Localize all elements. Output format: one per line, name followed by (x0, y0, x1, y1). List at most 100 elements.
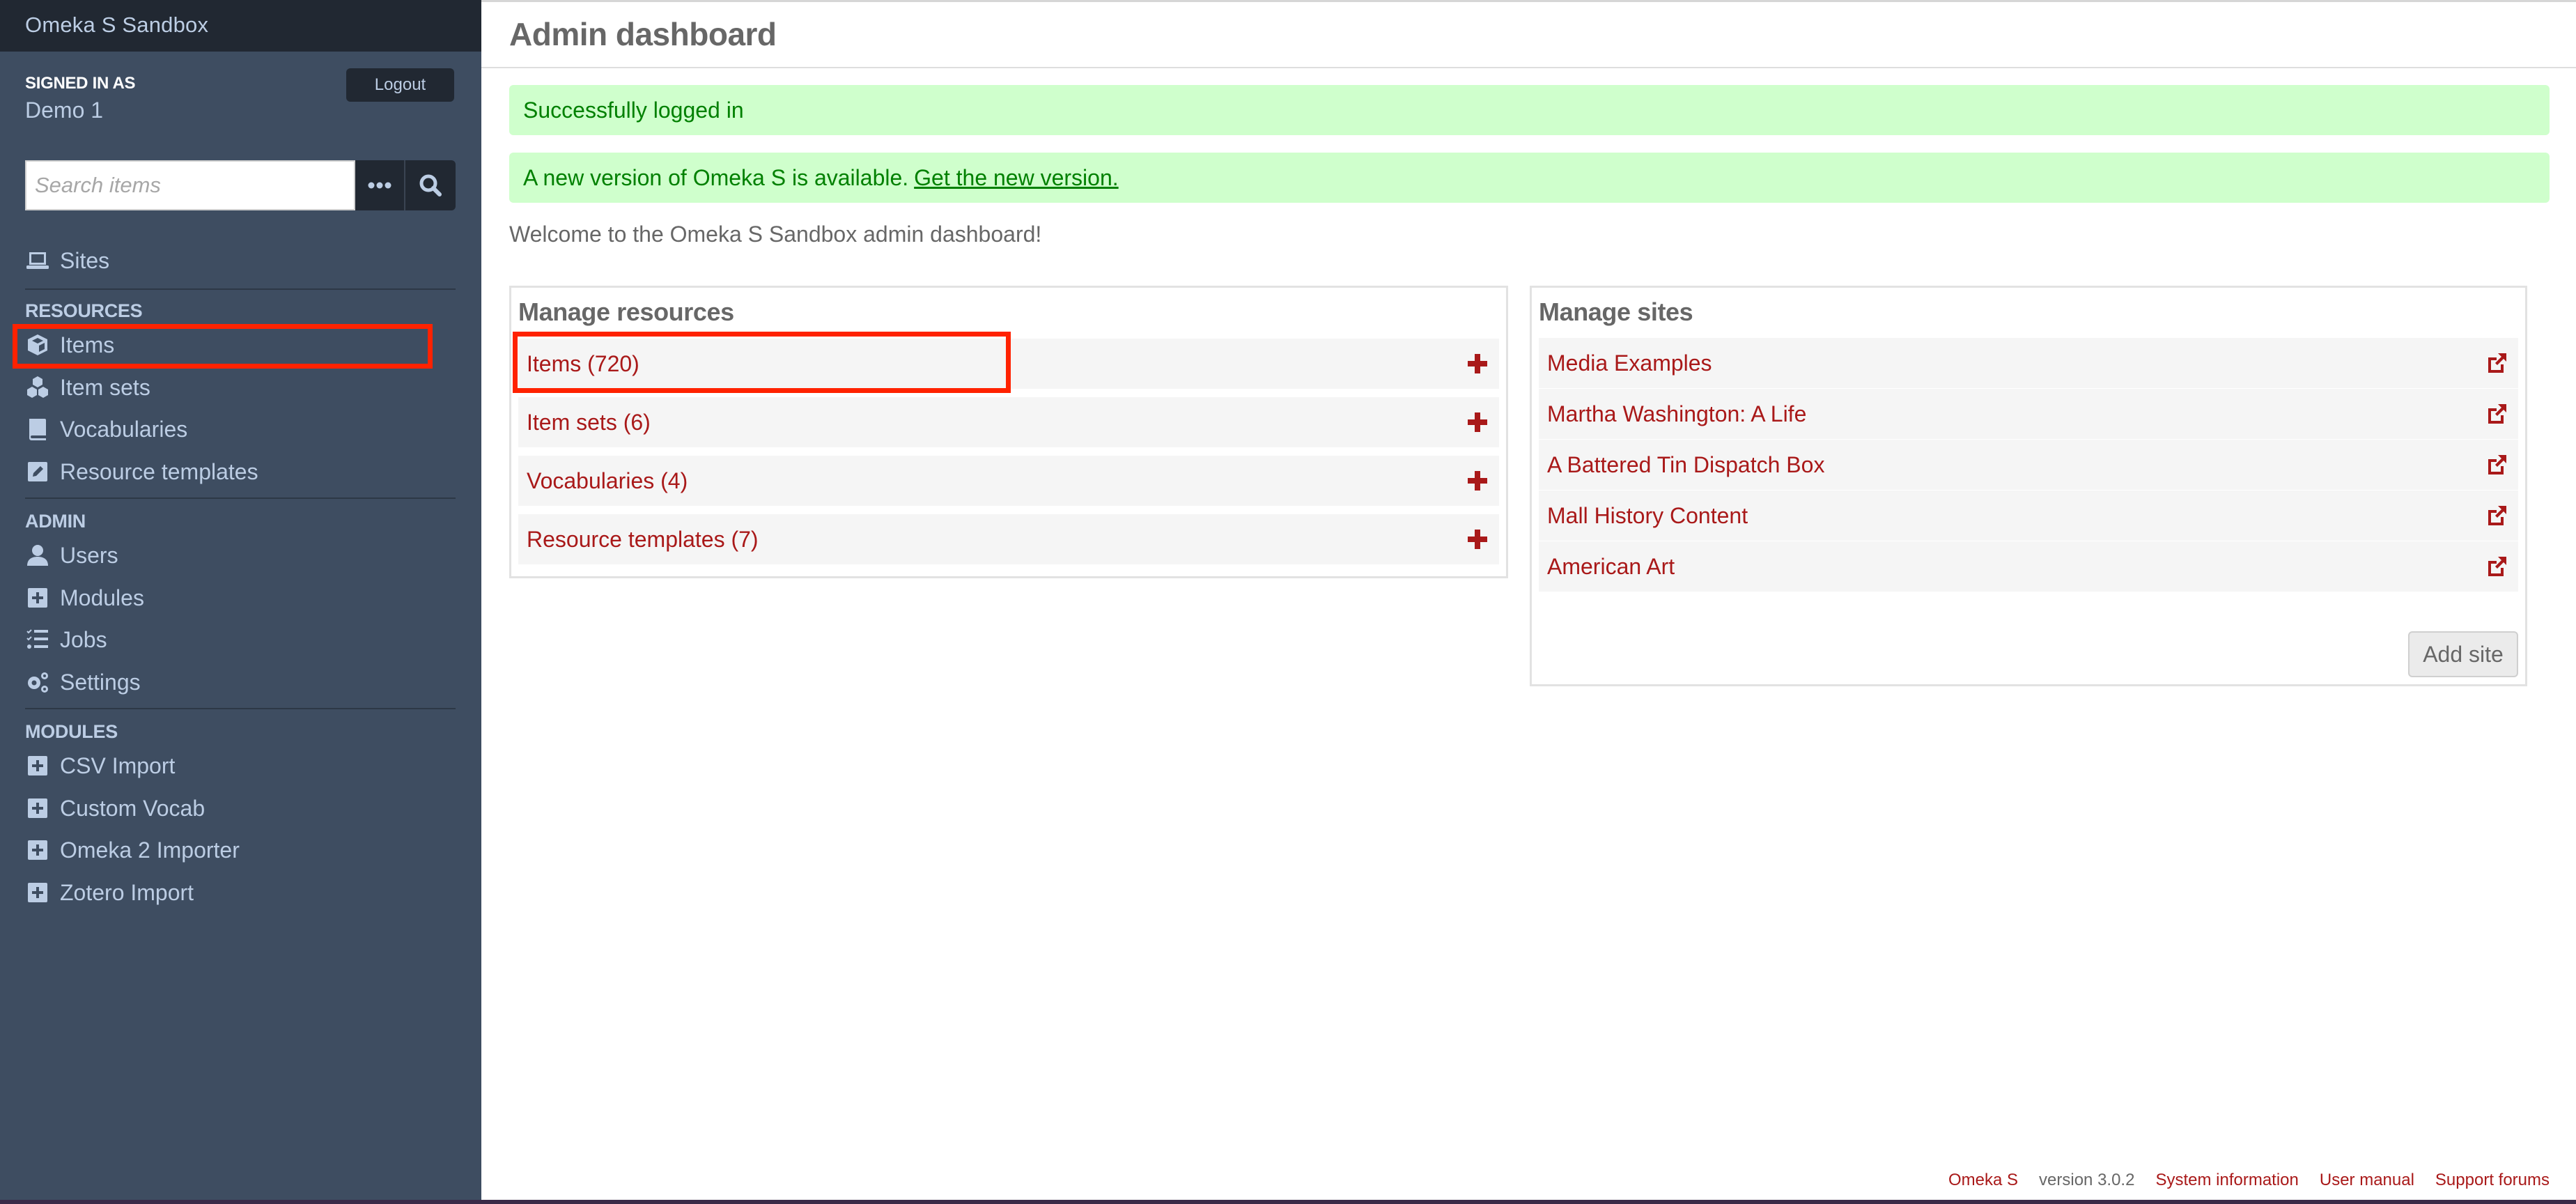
add-icon[interactable] (1466, 527, 1489, 551)
search-input[interactable] (25, 160, 355, 210)
add-icon[interactable] (1466, 352, 1489, 376)
sidebar-item-item-sets[interactable]: Item sets (25, 370, 150, 405)
resource-row-vocabularies: Vocabularies (4) (518, 456, 1499, 506)
sidebar-divider (25, 708, 456, 709)
section-label-admin: ADMIN (25, 511, 86, 532)
external-link-icon[interactable] (2485, 555, 2508, 578)
site-link[interactable]: American Art (1547, 554, 1675, 580)
add-icon[interactable] (1466, 469, 1489, 493)
tasks-icon (25, 627, 50, 652)
footer-omeka-link[interactable]: Omeka S (1948, 1171, 2018, 1190)
site-row: A Battered Tin Dispatch Box (1539, 440, 2518, 490)
user-name-link[interactable]: Demo 1 (25, 98, 103, 123)
sidebar-item-zotero-import[interactable]: Zotero Import (25, 875, 194, 910)
sidebar-item-label: Users (60, 542, 118, 568)
section-label-resources: RESOURCES (25, 300, 143, 321)
resource-row-item-sets: Item sets (6) (518, 397, 1499, 447)
resource-row-resource-templates: Resource templates (7) (518, 514, 1499, 564)
sidebar-item-label: Settings (60, 669, 141, 695)
sidebar-item-sites[interactable]: Sites (25, 243, 109, 278)
sidebar-item-users[interactable]: Users (25, 538, 118, 573)
add-site-button[interactable]: Add site (2408, 631, 2518, 677)
add-icon[interactable] (1466, 410, 1489, 434)
external-link-icon[interactable] (2485, 504, 2508, 527)
welcome-text: Welcome to the Omeka S Sandbox admin das… (509, 222, 1042, 247)
sidebar-item-label: Zotero Import (60, 879, 194, 905)
sidebar-divider (25, 288, 456, 290)
resource-link-resource-templates[interactable]: Resource templates (7) (527, 527, 759, 553)
search-form (25, 160, 456, 210)
site-link[interactable]: Martha Washington: A Life (1547, 401, 1806, 427)
sidebar-item-label: Item sets (60, 374, 150, 400)
section-label-modules: MODULES (25, 721, 118, 742)
sidebar-item-label: Vocabularies (60, 416, 188, 442)
page-title: Admin dashboard (509, 16, 777, 52)
sidebar-item-label: Modules (60, 585, 144, 610)
plus-square-icon (25, 838, 50, 863)
site-link[interactable]: Media Examples (1547, 350, 1712, 376)
footer-support-forums-link[interactable]: Support forums (2435, 1171, 2550, 1190)
sidebar-item-label: Resource templates (60, 458, 258, 484)
footer-user-manual-link[interactable]: User manual (2320, 1171, 2414, 1190)
site-title-link[interactable]: Omeka S Sandbox (25, 13, 208, 38)
sidebar-item-modules[interactable]: Modules (25, 580, 144, 615)
sidebar-item-resource-templates[interactable]: Resource templates (25, 454, 258, 489)
search-icon (419, 174, 442, 196)
footer-version: version 3.0.2 (2039, 1171, 2135, 1189)
sidebar-item-label: Items (60, 332, 115, 357)
cogs-icon (25, 670, 50, 695)
sidebar-item-custom-vocab[interactable]: Custom Vocab (25, 791, 205, 826)
sidebar-item-label: Sites (60, 247, 110, 273)
sidebar-item-vocabularies[interactable]: Vocabularies (25, 412, 187, 447)
resource-link-item-sets[interactable]: Item sets (6) (527, 410, 651, 435)
sidebar-item-items[interactable]: Items (25, 327, 114, 362)
site-row: American Art (1539, 541, 2518, 592)
advanced-search-button[interactable] (355, 160, 405, 210)
manage-resources-panel: Manage resources Items (720) Item sets (… (509, 286, 1508, 578)
signed-in-label: SIGNED IN AS (25, 74, 136, 93)
sidebar-item-omeka2-importer[interactable]: Omeka 2 Importer (25, 833, 240, 867)
sidebar-item-label: Jobs (60, 626, 107, 652)
book-icon (25, 417, 50, 442)
external-link-icon[interactable] (2485, 402, 2508, 426)
site-row: Martha Washington: A Life (1539, 389, 2518, 439)
sidebar-header: Omeka S Sandbox (0, 0, 481, 52)
resource-link-vocabularies[interactable]: Vocabularies (4) (527, 468, 688, 494)
sidebar-item-settings[interactable]: Settings (25, 665, 141, 700)
plus-square-icon (25, 796, 50, 821)
logout-button[interactable]: Logout (346, 68, 454, 102)
sidebar-item-csv-import[interactable]: CSV Import (25, 748, 175, 783)
plus-square-icon (25, 753, 50, 778)
resource-link-items[interactable]: Items (720) (527, 351, 639, 377)
sidebar-divider (25, 497, 456, 499)
alert-success-login: Successfully logged in (509, 85, 2550, 135)
site-link[interactable]: Mall History Content (1547, 503, 1748, 529)
alert-text: Successfully logged in (523, 97, 744, 123)
laptop-icon (25, 248, 50, 273)
footer-system-information-link[interactable]: System information (2155, 1171, 2298, 1190)
cubes-icon (25, 375, 50, 400)
ellipsis-icon (368, 182, 391, 189)
plus-square-icon (25, 880, 50, 905)
sidebar-item-label: CSV Import (60, 752, 176, 778)
edit-icon (25, 459, 50, 484)
search-button[interactable] (405, 160, 456, 210)
window-bottom-edge (0, 1200, 2576, 1204)
site-link[interactable]: A Battered Tin Dispatch Box (1547, 452, 1824, 478)
sidebar-item-jobs[interactable]: Jobs (25, 622, 107, 657)
sidebar-item-label: Custom Vocab (60, 795, 205, 821)
alert-new-version: A new version of Omeka S is available. G… (509, 153, 2550, 203)
footer: Omeka S version 3.0.2 System information… (1948, 1171, 2550, 1190)
alert-text: A new version of Omeka S is available. (523, 164, 909, 190)
site-row: Media Examples (1539, 338, 2518, 388)
plus-square-icon (25, 585, 50, 610)
user-icon (25, 543, 50, 568)
header-divider (481, 67, 2576, 68)
cube-icon (25, 332, 50, 357)
external-link-icon[interactable] (2485, 453, 2508, 477)
sidebar: Omeka S Sandbox SIGNED IN AS Demo 1 Logo… (0, 0, 481, 1204)
manage-sites-panel: Manage sites Media Examples Martha Washi… (1530, 286, 2527, 686)
external-link-icon[interactable] (2485, 351, 2508, 375)
site-row: Mall History Content (1539, 491, 2518, 541)
get-new-version-link[interactable]: Get the new version. (914, 165, 1118, 191)
